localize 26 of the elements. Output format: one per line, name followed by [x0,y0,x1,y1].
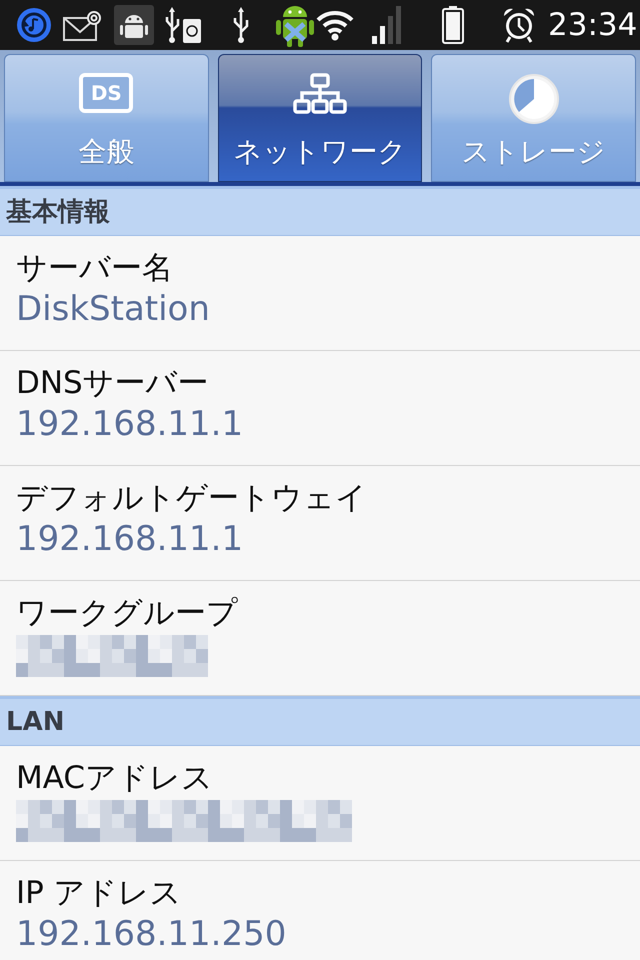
row-value: 192.168.11.250 [16,913,286,956]
row-value: 192.168.11.1 [16,403,244,446]
row-value: 192.168.11.1 [16,518,244,561]
robot-icon [114,5,154,45]
usb-icon [232,6,250,44]
usb-storage-icon [164,5,204,45]
section-header: 基本情報 [0,186,640,236]
row-label: ワークグループ [16,595,238,631]
row-label: デフォルトゲートウェイ [16,480,367,516]
ds-logo: DS [79,73,134,113]
clock-time: 23:34 [548,10,638,40]
tab[interactable]: ネットワーク [218,54,422,182]
alarm-clock-icon [502,7,536,43]
section-header: LAN [0,696,640,746]
row-label: サーバー名 [16,250,173,286]
row-label: IP アドレス [16,875,182,911]
signal-icon [372,6,402,44]
network-icon [293,73,347,115]
battery-icon [442,6,464,44]
row-label: MACアドレス [16,760,214,796]
pie-chart-icon [508,73,560,125]
wifi-icon [316,9,354,41]
row-label: DNSサーバー [16,365,209,401]
email-icon [62,8,104,42]
sync-icon [16,7,52,43]
row-value: DiskStation [16,288,210,331]
